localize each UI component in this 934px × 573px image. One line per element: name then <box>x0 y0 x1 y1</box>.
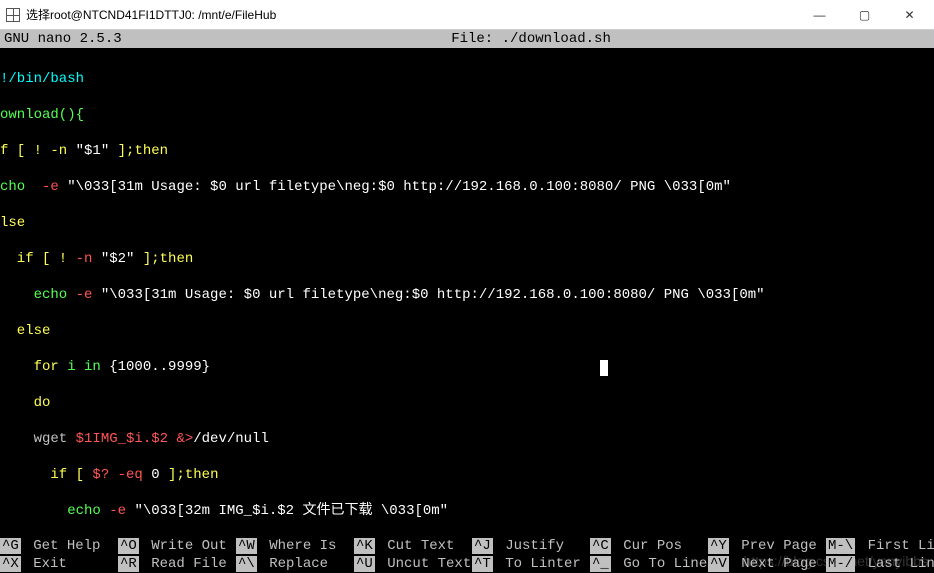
code-text: "$1" <box>76 143 110 159</box>
code-text: f [ ! -n <box>0 143 76 159</box>
code-text: do <box>0 395 50 411</box>
code-text: wget <box>0 431 76 447</box>
code-text: cho <box>0 179 34 195</box>
code-text: -n <box>76 251 93 267</box>
shortcut-key: ^O <box>118 538 139 554</box>
shortcut-item[interactable]: M-/ Last Line <box>826 555 934 573</box>
code-text: ];then <box>134 251 193 267</box>
shortcut-label: Read File <box>143 556 227 572</box>
code-text: {1000..9999} <box>101 359 210 375</box>
code-text: $1IMG_$i.$2 &> <box>76 431 194 447</box>
code-text: if [ ! <box>0 251 76 267</box>
shortcut-item[interactable]: ^Y Prev Page <box>708 537 826 555</box>
window-title: 选择root@NTCND41FI1DTTJ0: /mnt/e/FileHub <box>26 6 276 23</box>
shortcut-item[interactable]: ^V Next Page <box>708 555 826 573</box>
shortcut-key: ^G <box>0 538 21 554</box>
minimize-button[interactable]: — <box>797 1 842 29</box>
shortcut-key: ^K <box>354 538 375 554</box>
code-text: "\033[31m Usage: $0 url filetype\neg:$0 … <box>92 287 764 303</box>
code-text: 0 <box>143 467 160 483</box>
shortcut-key: ^W <box>236 538 257 554</box>
code-text: "\033[31m Usage: $0 url filetype\neg:$0 … <box>59 179 731 195</box>
shortcut-key: ^X <box>0 556 21 572</box>
close-button[interactable]: ✕ <box>887 1 932 29</box>
shortcut-label: Write Out <box>143 538 227 554</box>
shortcut-key: ^V <box>708 556 729 572</box>
code-text: echo <box>0 503 101 519</box>
app-icon <box>6 8 20 22</box>
code-text: $? -eq <box>92 467 142 483</box>
code-text: /dev/null <box>193 431 269 447</box>
nano-app-name: GNU nano 2.5.3 <box>4 31 122 47</box>
shortcut-item[interactable]: ^K Cut Text <box>354 537 472 555</box>
shortcut-key: ^T <box>472 556 493 572</box>
maximize-button[interactable]: ▢ <box>842 1 887 29</box>
code-text: for <box>0 359 59 375</box>
shortcut-label: Cur Pos <box>615 538 682 554</box>
shortcut-item[interactable]: ^R Read File <box>118 555 236 573</box>
nano-header: GNU nano 2.5.3 File: ./download.sh <box>0 30 934 48</box>
shortcut-item[interactable]: ^O Write Out <box>118 537 236 555</box>
code-text: ];then <box>160 467 219 483</box>
shortcut-item[interactable]: ^J Justify <box>472 537 590 555</box>
shortcut-label: Next Page <box>733 556 817 572</box>
code-text: i in <box>59 359 101 375</box>
shortcut-key: ^Y <box>708 538 729 554</box>
shortcut-label: Uncut Text <box>379 556 471 572</box>
code-text: !/bin/bash <box>0 71 84 87</box>
editor-content[interactable]: !/bin/bash ownload(){ f [ ! -n "$1" ];th… <box>0 48 934 573</box>
code-text: if [ <box>0 467 92 483</box>
code-text: -e <box>67 287 92 303</box>
shortcut-item[interactable]: ^_ Go To Line <box>590 555 708 573</box>
terminal[interactable]: GNU nano 2.5.3 File: ./download.sh !/bin… <box>0 30 934 573</box>
code-text: -e <box>101 503 126 519</box>
shortcut-key: M-\ <box>826 538 855 554</box>
code-text: -e <box>34 179 59 195</box>
shortcut-key: ^R <box>118 556 139 572</box>
shortcut-key: ^U <box>354 556 375 572</box>
file-path: ./download.sh <box>502 31 611 47</box>
shortcut-key: ^_ <box>590 556 611 572</box>
shortcut-item[interactable]: ^G Get Help <box>0 537 118 555</box>
code-text: "\033[32m IMG_$i.$2 文件已下载 \033[0m" <box>126 503 448 519</box>
text-cursor <box>600 360 608 376</box>
shortcut-label: Replace <box>261 556 328 572</box>
shortcut-label: First Lin <box>859 538 934 554</box>
shortcut-label: To Linter <box>497 556 581 572</box>
shortcut-item[interactable]: ^U Uncut Text <box>354 555 472 573</box>
shortcut-key: ^C <box>590 538 611 554</box>
code-text: else <box>0 323 50 339</box>
shortcut-label: Exit <box>25 556 67 572</box>
window-titlebar: 选择root@NTCND41FI1DTTJ0: /mnt/e/FileHub —… <box>0 0 934 30</box>
file-label: File: <box>451 31 493 47</box>
shortcut-item[interactable]: ^T To Linter <box>472 555 590 573</box>
shortcut-label: Cut Text <box>379 538 455 554</box>
code-text: ];then <box>109 143 168 159</box>
code-text: "$2" <box>92 251 134 267</box>
shortcut-label: Last Line <box>859 556 934 572</box>
shortcut-key: ^\ <box>236 556 257 572</box>
shortcut-label: Justify <box>497 538 564 554</box>
shortcut-label: Where Is <box>261 538 337 554</box>
shortcut-label: Go To Line <box>615 556 707 572</box>
code-text: lse <box>0 215 25 231</box>
shortcut-item[interactable]: M-\ First Lin <box>826 537 934 555</box>
shortcut-key: ^J <box>472 538 493 554</box>
shortcut-item[interactable]: ^W Where Is <box>236 537 354 555</box>
shortcut-item[interactable]: ^\ Replace <box>236 555 354 573</box>
nano-shortcut-bar: ^G Get Help^O Write Out^W Where Is^K Cut… <box>0 537 934 573</box>
code-text: ownload(){ <box>0 107 84 123</box>
shortcut-item[interactable]: ^X Exit <box>0 555 118 573</box>
window-controls: — ▢ ✕ <box>797 1 932 29</box>
code-text: echo <box>0 287 67 303</box>
shortcut-item[interactable]: ^C Cur Pos <box>590 537 708 555</box>
shortcut-label: Get Help <box>25 538 101 554</box>
shortcut-label: Prev Page <box>733 538 817 554</box>
shortcut-key: M-/ <box>826 556 855 572</box>
